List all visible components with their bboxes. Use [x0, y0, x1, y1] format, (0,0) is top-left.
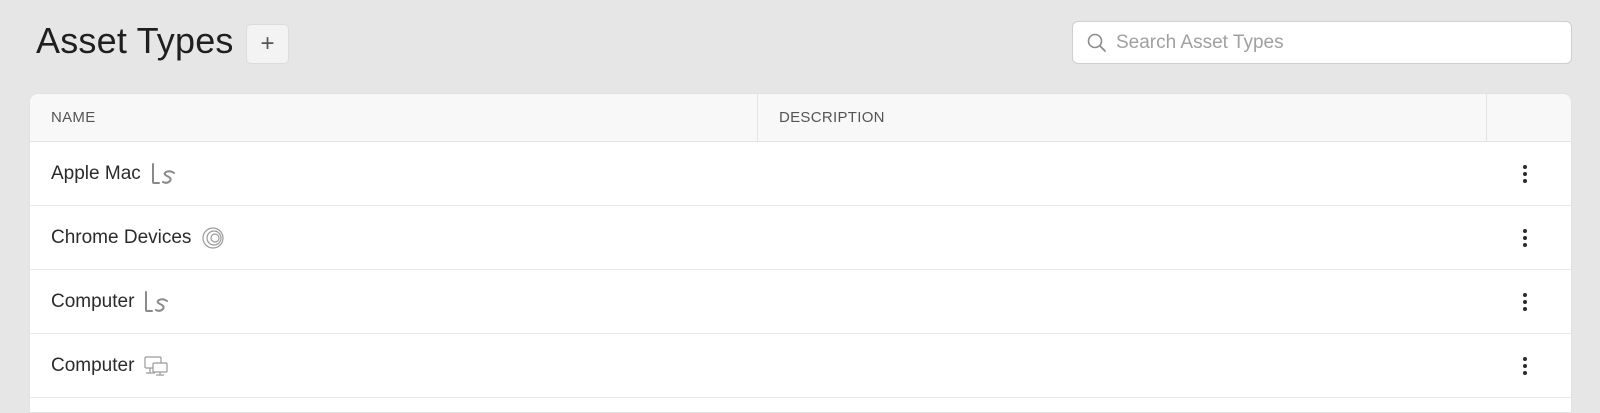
add-asset-type-button[interactable]: + — [246, 24, 289, 64]
column-header-actions — [1487, 94, 1571, 141]
table-row[interactable]: Apple Mac — [30, 142, 1571, 206]
column-header-name[interactable]: NAME — [30, 94, 758, 141]
row-actions-menu-icon[interactable] — [1510, 223, 1540, 253]
column-header-description[interactable]: DESCRIPTION — [758, 94, 1487, 141]
ls-logo-icon — [150, 162, 178, 185]
search-box[interactable] — [1072, 21, 1572, 64]
asset-type-name-cell: Computer — [30, 290, 171, 313]
page-title: Asset Types — [36, 20, 234, 61]
asset-types-table: NAME DESCRIPTION Apple Mac Chrome Device… — [29, 93, 1572, 413]
ls-logo-icon — [143, 290, 171, 313]
table-row[interactable]: Chrome Devices — [30, 206, 1571, 270]
row-actions-menu-icon[interactable] — [1510, 351, 1540, 381]
asset-type-name-cell: Chrome Devices — [30, 227, 226, 249]
row-actions-menu-icon[interactable] — [1510, 287, 1540, 317]
table-header: NAME DESCRIPTION — [30, 94, 1571, 142]
table-row[interactable]: Computer — [30, 334, 1571, 398]
asset-type-name: Apple Mac — [51, 162, 141, 184]
asset-type-name-cell: Computer — [30, 355, 169, 377]
search-icon — [1086, 32, 1108, 54]
row-actions-menu-icon[interactable] — [1510, 159, 1540, 189]
table-row[interactable]: Computer — [30, 270, 1571, 334]
page-header: Asset Types + — [0, 0, 1600, 90]
search-input[interactable] — [1116, 31, 1556, 54]
target-circles-icon — [200, 226, 226, 249]
asset-type-name: Chrome Devices — [51, 226, 192, 248]
asset-type-name: Computer — [51, 354, 135, 376]
asset-type-name: Computer — [51, 290, 135, 312]
monitor-network-icon — [143, 355, 169, 377]
asset-type-name-cell: Apple Mac — [30, 162, 178, 185]
